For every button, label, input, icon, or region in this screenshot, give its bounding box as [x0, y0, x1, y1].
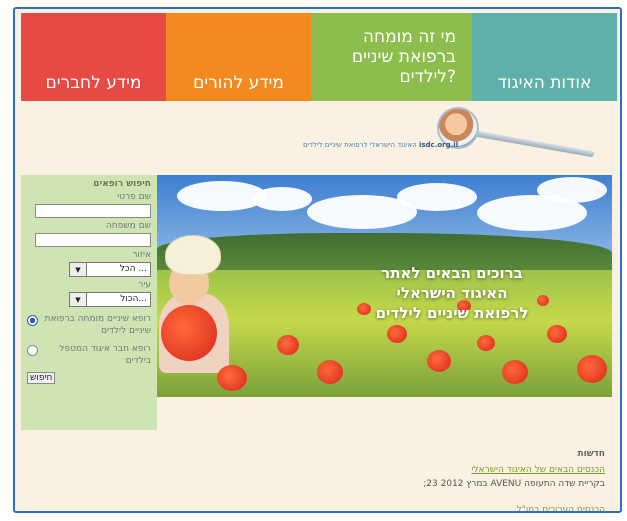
dental-mirror-icon [475, 130, 595, 158]
poppy [387, 325, 407, 343]
news-link-conferences[interactable]: הכנסים הבאים של האיגוד הישראלי [315, 465, 605, 475]
city-value: הכול... [120, 294, 147, 304]
nav-about[interactable]: אודות האיגוד [472, 13, 617, 101]
cloud [252, 187, 312, 211]
poppy [427, 350, 451, 372]
logo-text: האיגוד הישראלי לרפואת שיניים לילדים isdc… [303, 141, 458, 149]
poppy [217, 365, 247, 391]
poppy [477, 335, 495, 351]
poppy [317, 360, 343, 384]
poppy [502, 360, 528, 384]
nav-label: מידע להורים [193, 73, 284, 93]
search-title: חיפוש רופאים [93, 179, 151, 189]
top-nav: מידע לחברים מידע להורים מי זה מומחה ברפו… [21, 13, 617, 101]
radio-member-row[interactable]: רופא חבר איגוד המטפל בילדים [27, 343, 151, 367]
radio-specialist-label: רופא שיניים מומחה ברפואת שיניים לילדים [44, 314, 151, 336]
nav-members-info[interactable]: מידע לחברים [21, 13, 166, 101]
nav-specialist[interactable]: מי זה מומחה ברפואת שיניים לילדים? [311, 13, 472, 101]
city-label: עיר [138, 280, 151, 290]
radio-specialist-row[interactable]: רופא שיניים מומחה ברפואת שיניים לילדים [27, 313, 151, 337]
radio-specialist[interactable] [27, 315, 38, 326]
nav-label: אודות האיגוד [497, 73, 592, 93]
poppy [161, 305, 217, 361]
last-name-label: שם משפחה [105, 221, 151, 231]
poppy [547, 325, 567, 343]
welcome-text: ברוכים הבאים לאתר האיגוד הישראלי לרפואת … [375, 264, 529, 322]
region-select[interactable]: ▼ הכל ... [69, 262, 151, 277]
nav-parents-info[interactable]: מידע להורים [166, 13, 311, 101]
nav-label: מי זה מומחה ברפואת שיניים לילדים? [351, 27, 456, 87]
hero-banner: ברוכים הבאים לאתר האיגוד הישראלי לרפואת … [157, 175, 612, 397]
news-heading: חדשות [577, 449, 605, 459]
first-name-input[interactable] [35, 204, 151, 218]
news-link-abroad[interactable]: הכנסים הערוכים בחו"ל [315, 505, 605, 511]
cloud [537, 177, 607, 203]
logo-domain: isdc.org.il [418, 141, 459, 149]
doctor-search-panel: חיפוש רופאים שם פרטי שם משפחה איזור ▼ הכ… [21, 175, 157, 430]
site-logo[interactable]: האיגוד הישראלי לרפואת שיניים לילדים isdc… [295, 107, 615, 169]
news-description: בקריית שדה התעופה AVENU במרץ 2012 23; [423, 479, 605, 489]
city-select[interactable]: ▼ הכול... [69, 292, 151, 307]
first-name-label: שם פרטי [117, 192, 151, 202]
page-frame: מידע לחברים מידע להורים מי זה מומחה ברפו… [13, 7, 622, 513]
last-name-input[interactable] [35, 233, 151, 247]
region-label: איזור [132, 250, 151, 260]
nav-label: מידע לחברים [45, 73, 142, 93]
logo-tagline: האיגוד הישראלי לרפואת שיניים לילדים [303, 141, 417, 149]
radio-member-label: רופא חבר איגוד המטפל בילדים [59, 344, 151, 366]
news-section: חדשות הכנסים הבאים של האיגוד הישראלי בקר… [315, 449, 605, 511]
chevron-down-icon: ▼ [70, 293, 87, 306]
chevron-down-icon: ▼ [70, 263, 87, 276]
child-hat [165, 235, 221, 275]
cloud [397, 183, 477, 211]
search-button[interactable]: חיפוש [27, 372, 56, 384]
region-value: הכל ... [119, 264, 147, 274]
poppy [277, 335, 299, 355]
radio-member[interactable] [27, 345, 38, 356]
poppy [577, 355, 607, 383]
